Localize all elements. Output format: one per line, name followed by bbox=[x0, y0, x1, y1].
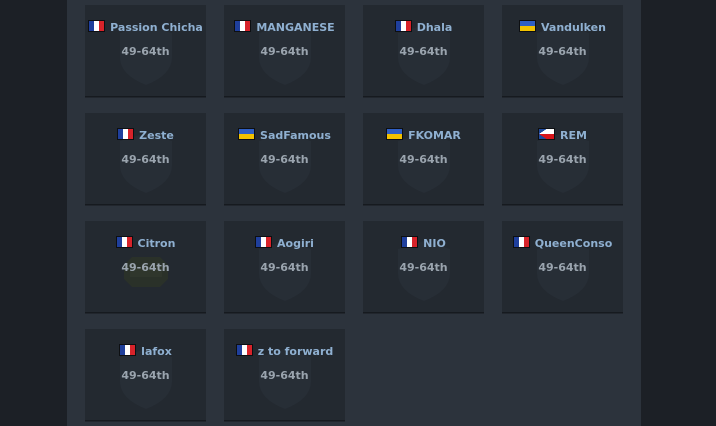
right-margin bbox=[641, 0, 716, 426]
team-card[interactable]: SadFamous 49-64th bbox=[224, 113, 345, 205]
team-name[interactable]: REM bbox=[560, 129, 587, 142]
team-name[interactable]: Passion Chicha bbox=[110, 21, 203, 34]
placement-text: 49-64th bbox=[538, 261, 587, 274]
placement-text: 49-64th bbox=[260, 45, 309, 58]
team-name[interactable]: FKOMAR bbox=[408, 129, 461, 142]
team-card[interactable]: Passion Chicha 49-64th bbox=[85, 5, 206, 97]
team-name[interactable]: z to forward bbox=[258, 345, 334, 358]
france-flag-icon bbox=[255, 236, 273, 248]
team-card[interactable]: Vandulken 49-64th bbox=[502, 5, 623, 97]
team-name[interactable]: Citron bbox=[138, 237, 176, 250]
team-card[interactable]: FKOMAR 49-64th bbox=[363, 113, 484, 205]
france-flag-icon bbox=[117, 128, 135, 140]
team-card[interactable]: z to forward 49-64th bbox=[224, 329, 345, 421]
france-flag-icon bbox=[88, 20, 106, 32]
ukraine-flag-icon bbox=[238, 128, 256, 140]
team-name[interactable]: Aogiri bbox=[277, 237, 314, 250]
france-flag-icon bbox=[235, 344, 253, 356]
team-card[interactable]: Aogiri 49-64th bbox=[224, 221, 345, 313]
placement-text: 49-64th bbox=[399, 153, 448, 166]
team-card[interactable]: lafox 49-64th bbox=[85, 329, 206, 421]
placement-text: 49-64th bbox=[260, 369, 309, 382]
czech-flag-icon bbox=[538, 128, 556, 140]
team-name[interactable]: Dhala bbox=[417, 21, 453, 34]
placement-text: 49-64th bbox=[538, 153, 587, 166]
placement-text: 49-64th bbox=[260, 261, 309, 274]
team-card[interactable]: MANGANESE 49-64th bbox=[224, 5, 345, 97]
team-name[interactable]: NIO bbox=[423, 237, 446, 250]
teams-panel: Passion Chicha 49-64th MANGANESE 49-64th… bbox=[67, 0, 641, 426]
team-name[interactable]: lafox bbox=[141, 345, 172, 358]
placement-text: 49-64th bbox=[399, 261, 448, 274]
france-flag-icon bbox=[115, 236, 133, 248]
ukraine-flag-icon bbox=[519, 20, 537, 32]
team-name[interactable]: MANGANESE bbox=[256, 21, 334, 34]
team-card[interactable]: Zeste 49-64th bbox=[85, 113, 206, 205]
team-name[interactable]: Zeste bbox=[139, 129, 174, 142]
team-card[interactable]: QueenConso 49-64th bbox=[502, 221, 623, 313]
placement-text: 49-64th bbox=[121, 369, 170, 382]
france-flag-icon bbox=[401, 236, 419, 248]
team-card[interactable]: NIO 49-64th bbox=[363, 221, 484, 313]
team-name[interactable]: Vandulken bbox=[541, 21, 606, 34]
team-card[interactable]: Citron 49-64th bbox=[85, 221, 206, 313]
france-flag-icon bbox=[119, 344, 137, 356]
placement-text: 49-64th bbox=[121, 45, 170, 58]
france-flag-icon bbox=[512, 236, 530, 248]
placement-text: 49-64th bbox=[538, 45, 587, 58]
placement-text: 49-64th bbox=[121, 153, 170, 166]
team-card[interactable]: REM 49-64th bbox=[502, 113, 623, 205]
left-margin bbox=[0, 0, 67, 426]
team-name[interactable]: QueenConso bbox=[535, 237, 613, 250]
france-flag-icon bbox=[394, 20, 412, 32]
team-card[interactable]: Dhala 49-64th bbox=[363, 5, 484, 97]
placement-text: 49-64th bbox=[121, 261, 170, 274]
ukraine-flag-icon bbox=[386, 128, 404, 140]
placement-text: 49-64th bbox=[399, 45, 448, 58]
team-name[interactable]: SadFamous bbox=[260, 129, 331, 142]
france-flag-icon bbox=[234, 20, 252, 32]
placement-text: 49-64th bbox=[260, 153, 309, 166]
